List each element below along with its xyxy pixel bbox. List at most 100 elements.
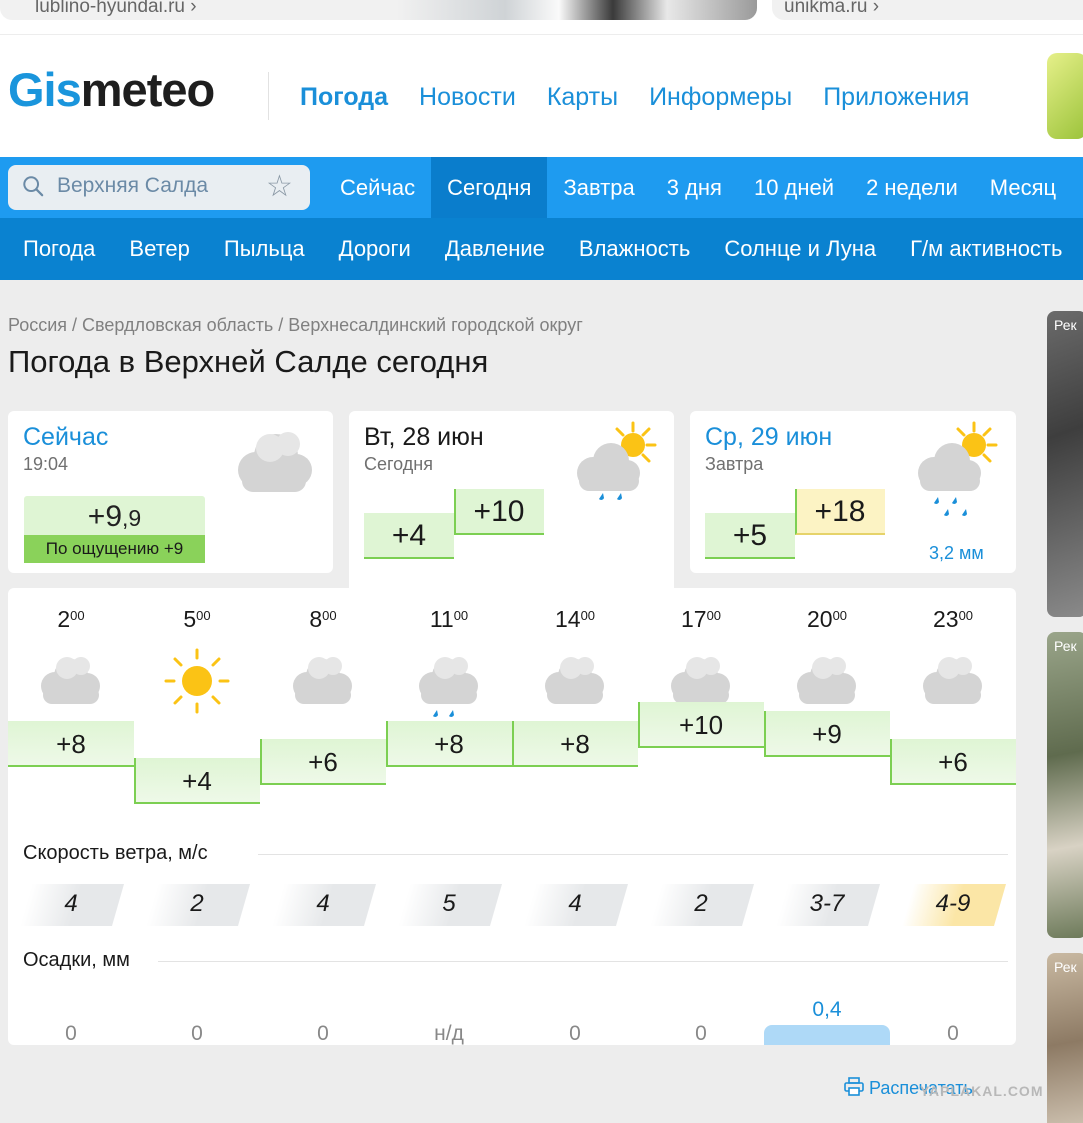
- hour-value: 11: [429, 606, 454, 632]
- ad-image: [397, 0, 757, 20]
- now-temp-fraction: ,9: [122, 505, 142, 531]
- ad-label: Рек: [1054, 317, 1077, 333]
- tomorrow-precip: 3,2 мм: [929, 543, 984, 563]
- minute-value: 00: [706, 608, 722, 623]
- now-temp-value: +9: [87, 500, 123, 533]
- hour-value: 5: [183, 606, 197, 632]
- sub-nav: Погода Ветер Пыльца Дороги Давление Влаж…: [0, 218, 1083, 280]
- hour-temperature: +6: [938, 747, 968, 777]
- right-ad-banner[interactable]: Рек: [1047, 632, 1083, 938]
- sun-cloud-rain-icon: [577, 421, 657, 500]
- sub-nav-item[interactable]: Солнце и Луна: [707, 218, 893, 280]
- wind-speed-value: 3-7: [809, 890, 845, 917]
- main-nav-item[interactable]: Новости: [419, 82, 516, 112]
- hourly-forecast: Скорость ветра, м/с Осадки, мм 200 +8 4 0 50…: [8, 588, 1016, 1045]
- main-nav-item[interactable]: Информеры: [649, 82, 792, 112]
- hour-label: 2300: [890, 606, 1016, 633]
- main-nav-item[interactable]: Погода: [300, 82, 388, 112]
- hour-label: 1400: [512, 606, 638, 633]
- minute-value: 00: [70, 608, 85, 623]
- top-ad-card[interactable]: unikma.ru ›: [772, 0, 1083, 20]
- right-ad-banner[interactable]: Рек: [1047, 311, 1083, 617]
- ad-label: Рек: [1054, 959, 1077, 975]
- logo-part: meteo: [80, 63, 215, 116]
- sub-nav-bar: Погода Ветер Пыльца Дороги Давление Влаж…: [0, 218, 1083, 280]
- precip-value: 0: [947, 1022, 959, 1045]
- tomorrow-min-temp: +5: [732, 519, 768, 552]
- tab-tomorrow[interactable]: Завтра: [547, 157, 650, 218]
- wind-section-label: Скорость ветра, м/с: [23, 842, 222, 865]
- tab-2-weeks[interactable]: 2 недели: [850, 157, 974, 218]
- wind-speed-value: 4: [568, 890, 582, 917]
- search-input[interactable]: Верхняя Салда: [57, 174, 208, 198]
- hour-temperature: +8: [434, 729, 464, 759]
- tab-10-days[interactable]: 10 дней: [738, 157, 850, 218]
- top-ad-link[interactable]: lublino-hyundai.ru ›: [35, 0, 197, 18]
- top-ad-link[interactable]: unikma.ru ›: [784, 0, 879, 18]
- today-card[interactable]: Вт, 28 июн Сегодня +4 +10: [349, 411, 674, 588]
- breadcrumb-item[interactable]: Верхнесалдинский городской округ: [288, 315, 583, 335]
- precip-section-label: Осадки, мм: [23, 949, 144, 972]
- sub-nav-item[interactable]: Влажность: [562, 218, 707, 280]
- city-search[interactable]: Верхняя Салда ☆: [8, 165, 310, 210]
- hour-value: 20: [806, 606, 833, 632]
- now-temperature: +9,9 По ощущению +9: [24, 496, 205, 563]
- wind-speed-value: 4: [316, 890, 330, 917]
- tomorrow-card[interactable]: Ср, 29 июн Завтра 3,2 мм +5 +18: [690, 411, 1016, 573]
- header-divider: [268, 72, 269, 120]
- right-ad-banner[interactable]: Рек: [1047, 953, 1083, 1123]
- wind-speed-value: 2: [190, 890, 204, 917]
- sub-nav-item[interactable]: Дороги: [322, 218, 428, 280]
- breadcrumb-item[interactable]: Россия: [8, 315, 67, 335]
- hour-temperature: +10: [678, 710, 724, 740]
- favorite-star-icon[interactable]: ☆: [266, 169, 293, 204]
- sub-nav-item[interactable]: Г/м активность: [893, 218, 1079, 280]
- hour-label: 800: [260, 606, 386, 633]
- precip-value: 0: [191, 1022, 203, 1045]
- printer-icon: [844, 1077, 864, 1096]
- wind-speed-value: 4-9: [935, 890, 971, 917]
- cloud-icon: [293, 657, 352, 704]
- wind-speed-value: 4: [64, 890, 78, 917]
- precip-value: 0: [695, 1022, 707, 1045]
- header-ad-banner[interactable]: [1047, 53, 1083, 139]
- hour-temperature: +4: [182, 766, 212, 796]
- precip-value: н/д: [434, 1022, 464, 1045]
- today-sub: Сегодня: [364, 454, 433, 474]
- tab-month[interactable]: Месяц: [974, 157, 1072, 218]
- precip-value: 0: [569, 1022, 581, 1045]
- sub-nav-item[interactable]: Ветер: [112, 218, 206, 280]
- breadcrumb-item[interactable]: Свердловская область: [82, 315, 273, 335]
- gismeteo-logo[interactable]: Gismeteo: [8, 63, 215, 116]
- top-ad-card[interactable]: lublino-hyundai.ru ›: [0, 0, 757, 20]
- hour-value: 8: [309, 606, 323, 632]
- divider: [158, 961, 1008, 962]
- sub-nav-item[interactable]: Пыльца: [207, 218, 322, 280]
- hour-label: 500: [134, 606, 260, 633]
- today-label: Вт, 28 июн: [364, 423, 484, 451]
- main-nav-item[interactable]: Карты: [547, 82, 618, 112]
- cloud-icon: [238, 432, 312, 492]
- now-card[interactable]: Сейчас 19:04 +9,9 По ощущению +9: [8, 411, 333, 573]
- search-icon: [23, 176, 44, 197]
- now-time: 19:04: [23, 454, 69, 474]
- main-nav-item[interactable]: Приложения: [823, 82, 969, 112]
- hour-temperature: +8: [560, 729, 590, 759]
- wind-speed-value: 2: [694, 890, 708, 917]
- tomorrow-label: Ср, 29 июн: [705, 423, 833, 451]
- tomorrow-max-temp: +18: [814, 495, 866, 528]
- tab-today[interactable]: Сегодня: [431, 157, 548, 218]
- sun-icon: [164, 648, 230, 714]
- minute-value: 00: [322, 608, 337, 623]
- hour-value: 23: [932, 606, 959, 632]
- sub-nav-item[interactable]: Давление: [428, 218, 562, 280]
- sub-nav-item[interactable]: Погода: [6, 218, 112, 280]
- hour-temperature: +6: [308, 747, 338, 777]
- logo-part: Gis: [8, 63, 82, 116]
- tab-3-days[interactable]: 3 дня: [651, 157, 738, 218]
- tomorrow-sub: Завтра: [705, 454, 764, 474]
- hour-value: 14: [554, 606, 581, 632]
- tab-now[interactable]: Сейчас: [324, 157, 431, 218]
- hour-label: 2000: [764, 606, 890, 633]
- hour-value: 17: [680, 606, 707, 632]
